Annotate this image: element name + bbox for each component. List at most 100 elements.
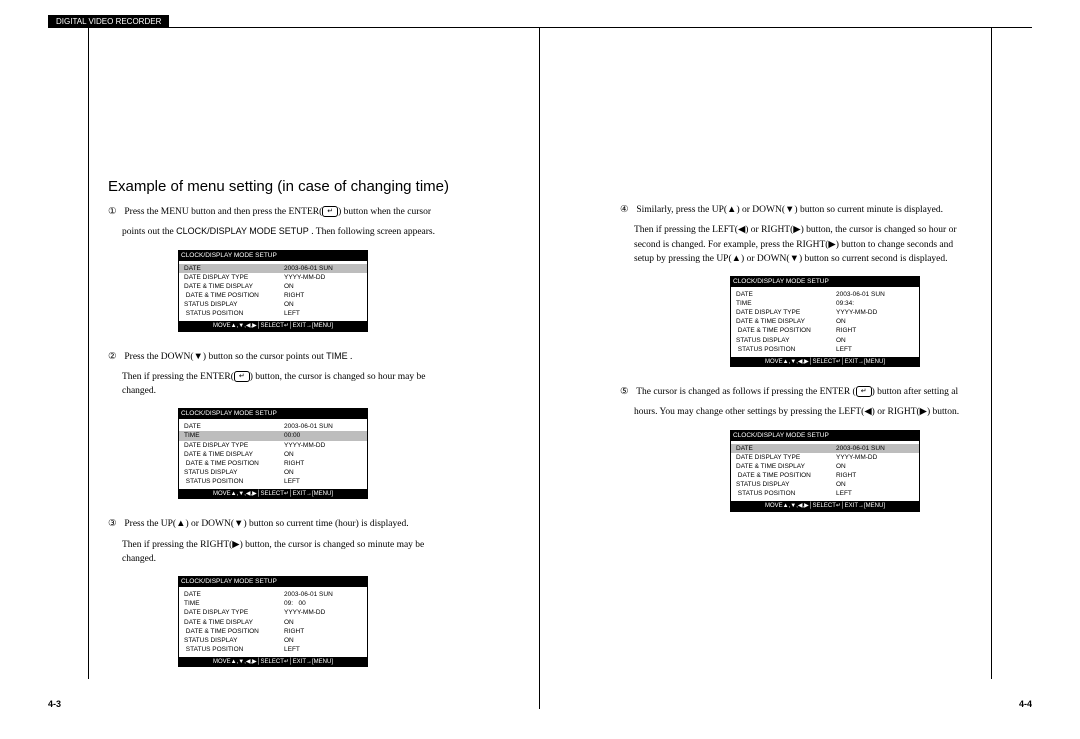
screen-row-value: ON [836, 336, 846, 345]
step-2-text-b: . [348, 352, 353, 362]
step-3-cont-2: changed. [122, 552, 499, 566]
screen-row: DATE2003-06-01 SUN [736, 290, 914, 299]
screen-row-label: STATUS POSITION [184, 477, 284, 486]
screen-row: DATE DISPLAY TYPEYYYY-MM-DD [184, 608, 362, 617]
screen-row-value: RIGHT [284, 291, 304, 300]
screen-box-3: CLOCK/DISPLAY MODE SETUPDATE2003-06-01 S… [178, 576, 368, 667]
step-4-cont-3: setup by pressing the UP(▲) or DOWN(▼) b… [634, 252, 992, 266]
step-5: ⑤ The cursor is changed as follows if pr… [620, 385, 992, 399]
step-2-cont-1: Then if pressing the ENTER(↵) button, th… [122, 370, 499, 384]
screen-row-value: ON [284, 300, 294, 309]
page-right: ④ Similarly, press the UP(▲) or DOWN(▼) … [540, 28, 1032, 709]
screen-row: DATE2003-06-01 SUN [184, 590, 362, 599]
screen-row-label: DATE DISPLAY TYPE [184, 441, 284, 450]
screen-row-value: LEFT [836, 345, 852, 354]
screen-row-value: YYYY-MM-DD [836, 453, 877, 462]
screen-row-value: 2003-06-01 SUN [284, 590, 333, 599]
screen-row-label: DATE & TIME POSITION [184, 459, 284, 468]
screen-row-label: STATUS DISPLAY [184, 468, 284, 477]
step-1: ① Press the MENU button and then press t… [108, 205, 499, 219]
step-3-cont-1: Then if pressing the RIGHT(▶) button, th… [122, 538, 499, 552]
step-5-text-a: The cursor is changed as follows if pres… [636, 387, 856, 397]
screen-row-value: ON [284, 636, 294, 645]
screen-row: STATUS POSITIONLEFT [184, 309, 362, 318]
screen-row: DATE DISPLAY TYPEYYYY-MM-DD [184, 273, 362, 282]
screen-row: DATE & TIME DISPLAYON [184, 618, 362, 627]
screen-row-label: DATE & TIME POSITION [736, 326, 836, 335]
screen-row: DATE2003-06-01 SUN [179, 264, 367, 273]
screen-row: STATUS DISPLAYON [184, 300, 362, 309]
screen-row-value: RIGHT [836, 326, 856, 335]
screen-box-1: CLOCK/DISPLAY MODE SETUP DATE2003-06-01 S… [178, 250, 368, 332]
screen-title: CLOCK/DISPLAY MODE SETUP [178, 408, 368, 419]
screen-row: DATE & TIME DISPLAYON [184, 450, 362, 459]
screen-row-value: 2003-06-01 SUN [284, 422, 333, 431]
step-5-cont-1: hours. You may change other settings by … [634, 405, 992, 419]
screen-row-label: DATE [184, 590, 284, 599]
screen-row-value: ON [836, 462, 846, 471]
screen-footer: MOVE▲,▼,◀,▶│SELECT↵│EXIT→[MENU] [178, 321, 368, 331]
screen-row-label: STATUS POSITION [184, 309, 284, 318]
screen-row-label: DATE [184, 422, 284, 431]
screen-row-value: RIGHT [284, 627, 304, 636]
enter-icon: ↵ [856, 386, 872, 397]
screen-row-value: LEFT [284, 477, 300, 486]
screen-row-value: ON [836, 317, 846, 326]
screen-row-value: YYYY-MM-DD [284, 273, 325, 282]
screen-row-label: DATE & TIME POSITION [184, 627, 284, 636]
step-5-text-b: ) button after setting al [872, 387, 959, 397]
page-number-right: 4-4 [1019, 699, 1032, 709]
step-num-5: ⑤ [620, 385, 634, 399]
page-left: Example of menu setting (in case of chan… [48, 28, 540, 709]
screen-row-value: 2003-06-01 SUN [836, 290, 885, 299]
screen-footer: MOVE▲,▼,◀,▶│SELECT↵│EXIT→[MENU] [178, 489, 368, 499]
screen-row-value: RIGHT [836, 471, 856, 480]
screen-row-label: DATE & TIME DISPLAY [736, 462, 836, 471]
screen-row: DATE & TIME POSITIONRIGHT [184, 291, 362, 300]
screen-row: DATE DISPLAY TYPEYYYY-MM-DD [736, 453, 914, 462]
margin-line-left [88, 28, 89, 679]
screen-row-label: DATE & TIME POSITION [736, 471, 836, 480]
step-2-text-d: ) button, the cursor is changed so hour … [250, 372, 426, 382]
screen-row: STATUS DISPLAYON [736, 336, 914, 345]
screen-row-value: YYYY-MM-DD [284, 441, 325, 450]
screen-body: DATE2003-06-01 SUNTIME09:34:DATE DISPLAY… [730, 287, 920, 357]
screen-row: STATUS POSITIONLEFT [736, 489, 914, 498]
screen-row-value: LEFT [284, 309, 300, 318]
step-1-text-b: ) button when the cursor [338, 207, 431, 217]
screen-title: CLOCK/DISPLAY MODE SETUP [178, 250, 368, 261]
screen-row: DATE & TIME DISPLAYON [184, 282, 362, 291]
screen-row-value: 00:00 [284, 431, 300, 440]
step-1-text-a: Press the MENU button and then press the… [124, 207, 322, 217]
step-1-emph: CLOCK/DISPLAY MODE SETUP [176, 226, 309, 236]
screen-box-2: CLOCK/DISPLAY MODE SETUP DATE2003-06-01 S… [178, 408, 368, 499]
page-number-left: 4-3 [48, 699, 61, 709]
screen-row: DATE2003-06-01 SUN [731, 444, 919, 453]
screen-row: DATE2003-06-01 SUN [184, 422, 362, 431]
screen-row-value: LEFT [284, 645, 300, 654]
screen-row-label: DATE & TIME DISPLAY [736, 317, 836, 326]
screen-footer: MOVE▲,▼,◀,▶│SELECT↵│EXIT→[MENU] [178, 657, 368, 667]
screen-row-label: DATE & TIME POSITION [184, 291, 284, 300]
step-2-cont-2: changed. [122, 384, 499, 398]
screen-row: STATUS DISPLAYON [184, 636, 362, 645]
enter-icon: ↵ [234, 371, 250, 382]
screen-row: STATUS POSITIONLEFT [184, 645, 362, 654]
screen-row-label: TIME [184, 431, 284, 440]
screen-row: DATE & TIME POSITIONRIGHT [736, 471, 914, 480]
step-4-text-a: Similarly, press the UP(▲) or DOWN(▼) bu… [636, 205, 943, 215]
screen-row-value: 09: 00 [284, 599, 306, 608]
screen-row: STATUS POSITIONLEFT [736, 345, 914, 354]
screen-row-value: ON [284, 282, 294, 291]
screen-row-value: YYYY-MM-DD [836, 308, 877, 317]
screen-row-label: STATUS DISPLAY [736, 336, 836, 345]
screen-body: DATE2003-06-01 SUNTIME09: 00DATE DISPLAY… [178, 587, 368, 657]
screen-row-label: DATE DISPLAY TYPE [736, 453, 836, 462]
screen-row: DATE & TIME POSITIONRIGHT [736, 326, 914, 335]
screen-row-value: ON [836, 480, 846, 489]
screen-title: CLOCK/DISPLAY MODE SETUP [178, 576, 368, 587]
screen-row: DATE & TIME POSITIONRIGHT [184, 627, 362, 636]
screen-row: DATE & TIME DISPLAYON [736, 317, 914, 326]
screen-row: TIME09: 00 [184, 599, 362, 608]
screen-row-value: LEFT [836, 489, 852, 498]
